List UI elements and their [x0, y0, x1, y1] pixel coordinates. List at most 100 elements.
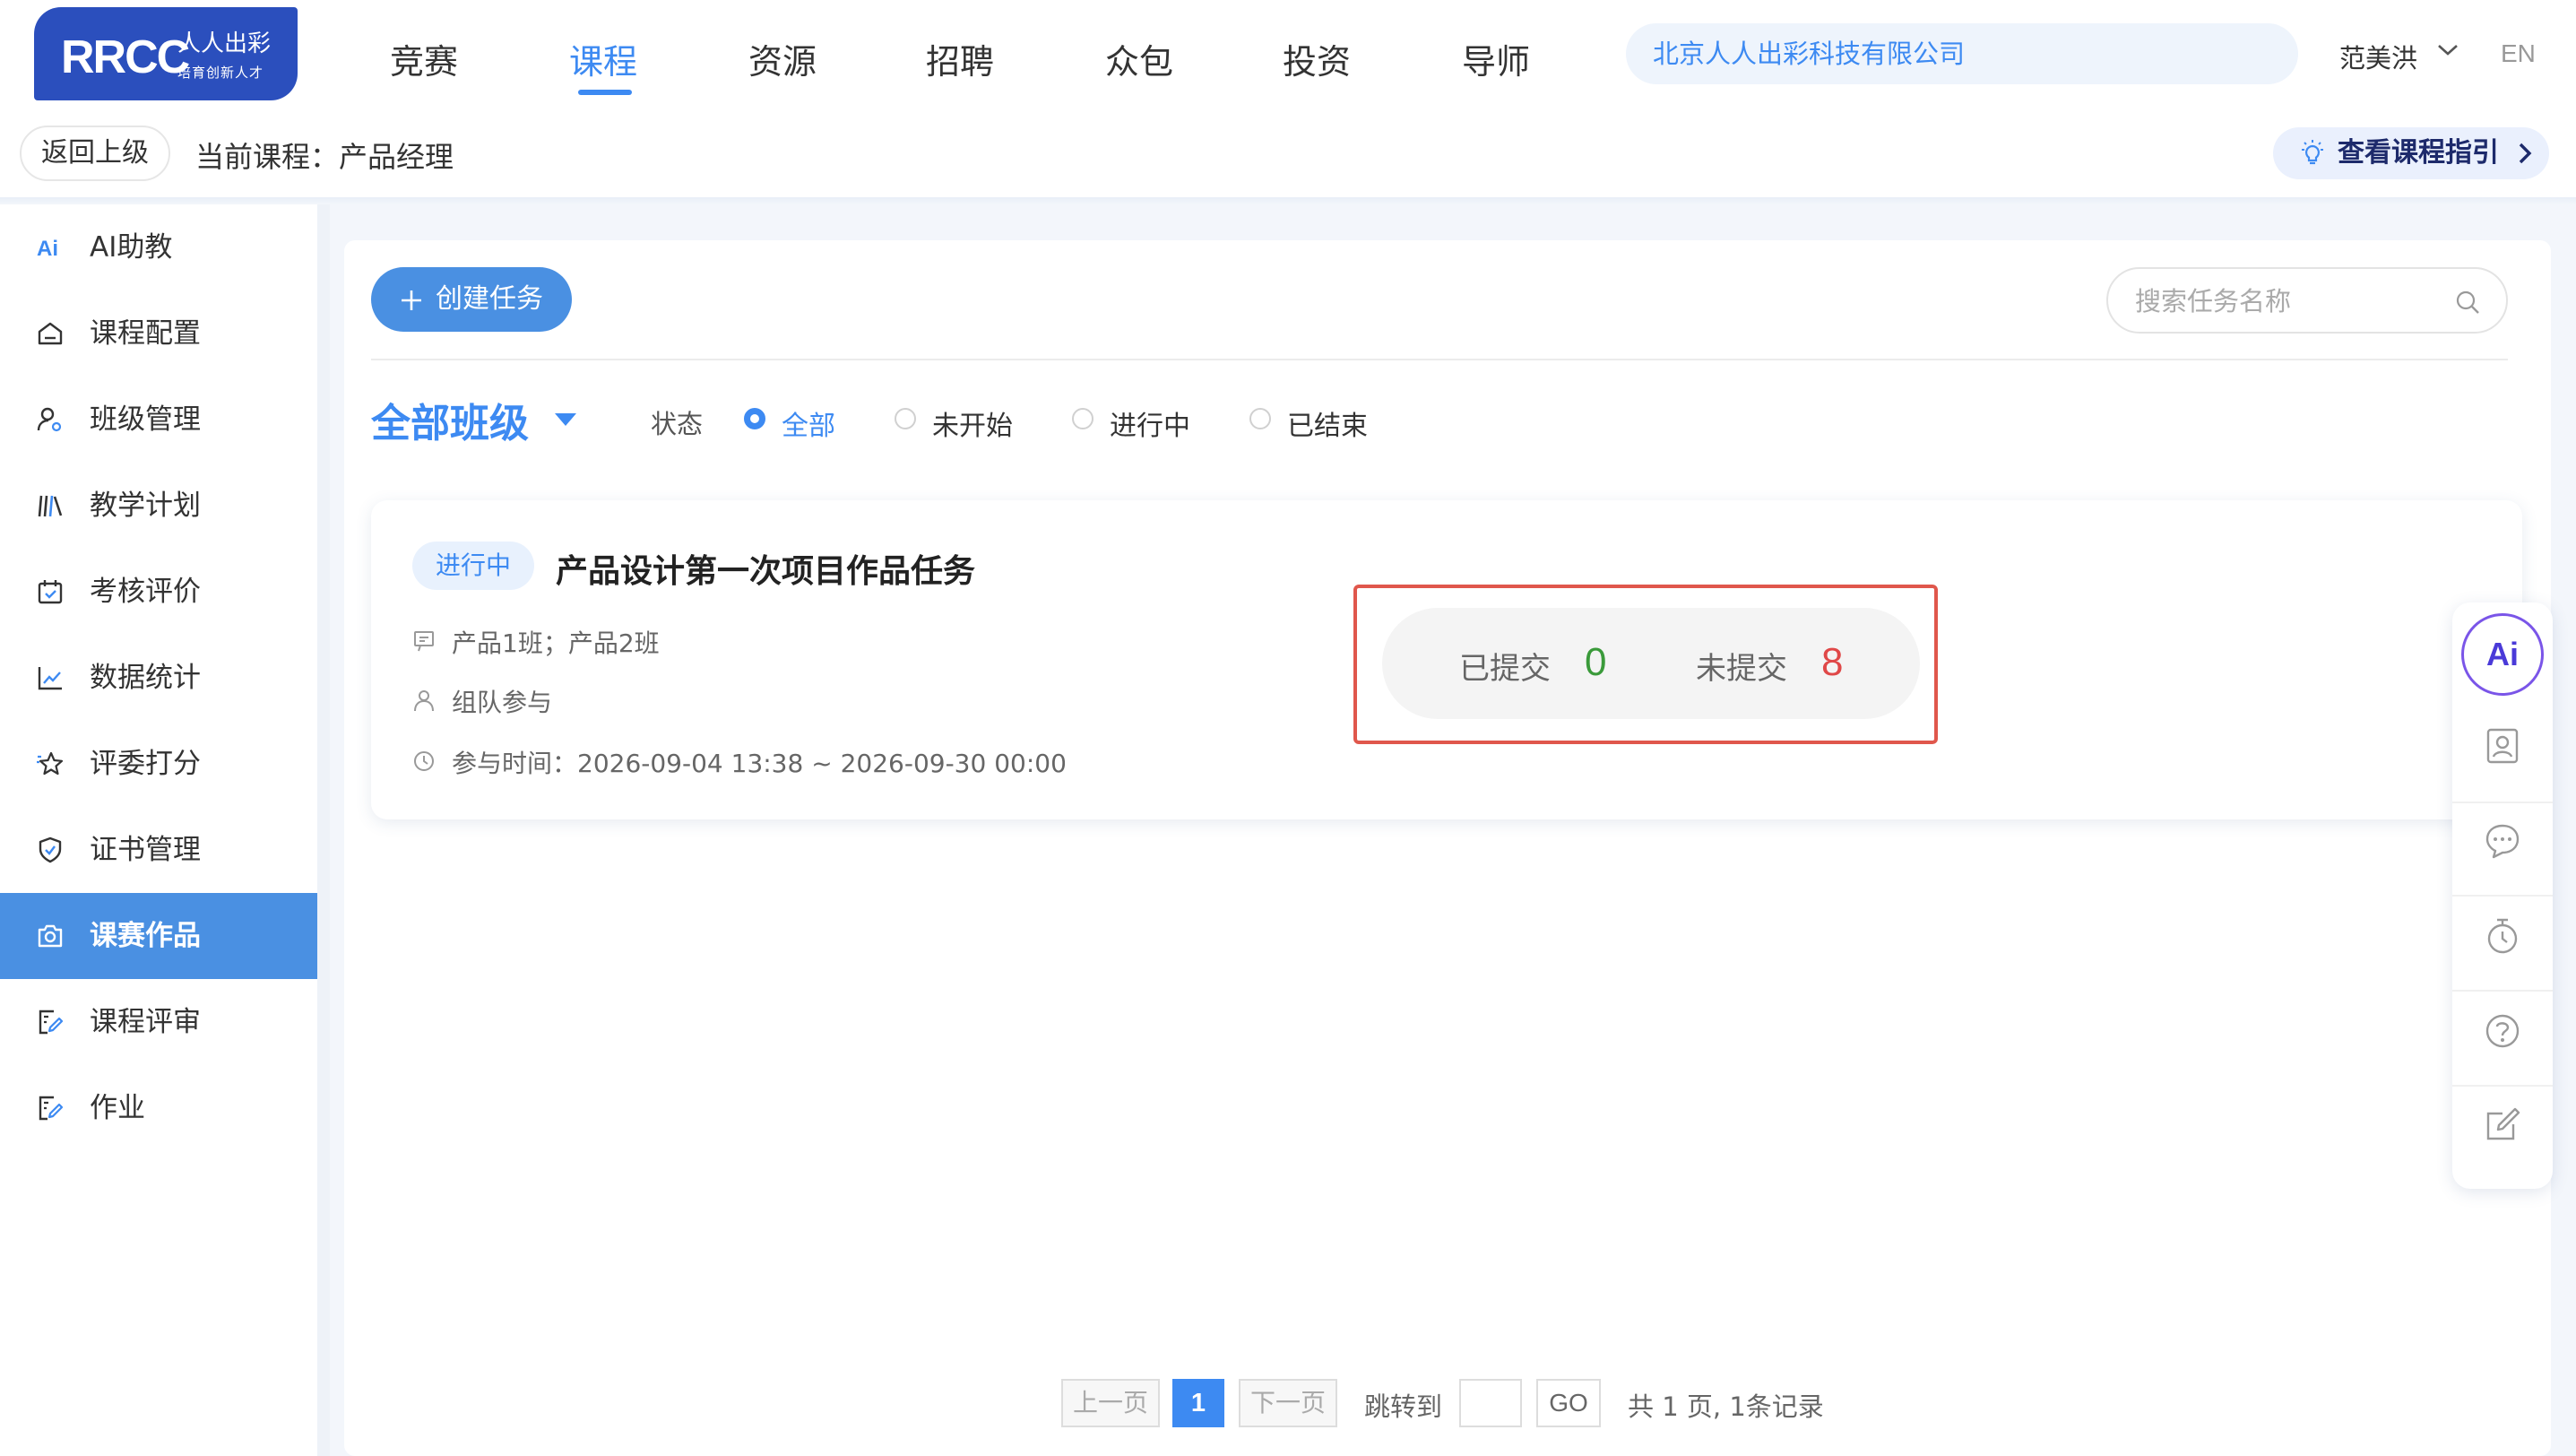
sidebar-item-ai-assistant[interactable]: Ai AI助教 [0, 204, 317, 290]
status-filter-label: 状态 [651, 409, 704, 439]
course-guide-button[interactable]: 查看课程指引 [2273, 127, 2549, 179]
sidebar-item-teaching-plan[interactable]: 教学计划 [0, 463, 317, 549]
star-icon [36, 750, 65, 778]
nav-active-underline [578, 90, 632, 95]
timer-icon[interactable] [2483, 916, 2522, 956]
nav-item-crowdsource[interactable]: 众包 [1105, 34, 1173, 83]
help-icon[interactable] [2483, 1011, 2522, 1051]
go-button[interactable]: GO [1536, 1379, 1601, 1427]
ai-icon: Ai [36, 233, 65, 262]
radio-label: 未开始 [932, 411, 1013, 442]
task-time-text: 参与时间：2026-09-04 13:38 ~ 2026-09-30 00:00 [452, 749, 1067, 778]
unsubmitted-label: 未提交 [1696, 651, 1787, 687]
status-badge: 进行中 [412, 542, 534, 590]
user-gear-icon [36, 405, 65, 434]
sidebar-item-course-works[interactable]: 课赛作品 [0, 893, 317, 979]
sidebar-item-label: 评委打分 [90, 748, 201, 780]
edit-icon[interactable] [2483, 1105, 2522, 1144]
chat-icon[interactable] [2483, 821, 2522, 861]
nav-item-invest[interactable]: 投资 [1283, 34, 1351, 83]
sidebar-item-label: 数据统计 [90, 662, 201, 694]
task-classes-text: 产品1班；产品2班 [452, 628, 660, 658]
nav-item-resources[interactable]: 资源 [748, 34, 817, 83]
page-jump-input[interactable] [1459, 1379, 1522, 1427]
chevron-right-icon [2517, 142, 2533, 165]
radio-label: 进行中 [1110, 411, 1190, 442]
top-header: RRCC 人人出彩 培育创新人才 竞赛 课程 资源 招聘 众包 投资 导师 北京… [0, 0, 2576, 197]
unsubmitted-count: 8 [1821, 640, 1844, 684]
language-switch[interactable]: EN [2501, 39, 2536, 68]
radio-dot [1072, 408, 1094, 429]
logo-slogan: 培育创新人才 [177, 65, 264, 81]
sidebar-item-class-management[interactable]: 班级管理 [0, 377, 317, 463]
header-divider [0, 197, 2576, 204]
company-selector[interactable]: 北京人人出彩科技有限公司 [1626, 23, 2298, 84]
contact-card-icon[interactable] [2483, 726, 2522, 766]
sidebar-item-label: 证书管理 [90, 834, 201, 866]
sidebar-item-label: 班级管理 [90, 403, 201, 436]
sidebar-item-statistics[interactable]: 数据统计 [0, 635, 317, 721]
edit-doc-icon [36, 1094, 65, 1122]
task-title[interactable]: 产品设计第一次项目作品任务 [556, 545, 975, 592]
sidebar-item-judge-scoring[interactable]: 评委打分 [0, 721, 317, 807]
home-icon [36, 319, 65, 348]
sidebar: Ai AI助教 课程配置 班级管理 教学计划 考核评价 数据统计 评委打分 证书… [0, 204, 317, 1456]
create-task-label: 创建任务 [436, 283, 543, 315]
class-filter-dropdown[interactable]: 全部班级 [371, 391, 529, 448]
nav-item-course[interactable]: 课程 [569, 34, 638, 95]
radio-dot [895, 408, 916, 429]
right-toolbar: Ai [2452, 602, 2553, 1189]
pagination-summary: 共 1 页, 1条记录 [1628, 1391, 1824, 1422]
edit-doc-icon [36, 1008, 65, 1036]
caret-down-icon[interactable] [554, 412, 577, 427]
current-page[interactable]: 1 [1172, 1379, 1224, 1427]
books-icon [36, 491, 65, 520]
nav-item-recruit[interactable]: 招聘 [926, 34, 994, 83]
search-icon[interactable] [2454, 289, 2481, 316]
svg-text:Ai: Ai [37, 237, 58, 261]
sidebar-item-homework[interactable]: 作业 [0, 1065, 317, 1151]
create-task-button[interactable]: 创建任务 [371, 267, 572, 332]
course-guide-label: 查看课程指引 [2338, 137, 2499, 169]
toolbar-sep [2452, 802, 2553, 803]
sidebar-item-label: 课程评审 [90, 1006, 201, 1038]
camera-icon [36, 922, 65, 950]
toolbar-divider [371, 359, 2508, 360]
user-icon [412, 689, 436, 712]
search-input[interactable] [2133, 280, 2442, 323]
sidebar-item-label: 课赛作品 [90, 920, 201, 952]
sidebar-item-label: 作业 [90, 1092, 145, 1124]
sidebar-item-label: AI助教 [90, 231, 173, 264]
current-course: 当前课程：产品经理 [195, 140, 454, 174]
chevron-down-icon[interactable] [2436, 43, 2459, 57]
sidebar-item-assessment[interactable]: 考核评价 [0, 549, 317, 635]
sidebar-item-course-config[interactable]: 课程配置 [0, 290, 317, 377]
next-page-button[interactable]: 下一页 [1239, 1379, 1337, 1427]
toolbar-sep [2452, 990, 2553, 992]
jump-label: 跳转到 [1364, 1391, 1443, 1422]
search-box [2106, 267, 2508, 334]
nav-item-course-label: 课程 [569, 42, 638, 82]
plus-icon [400, 289, 423, 312]
class-flag-icon [412, 629, 436, 653]
sidebar-item-course-review[interactable]: 课程评审 [0, 979, 317, 1065]
logo[interactable]: RRCC 人人出彩 培育创新人才 [34, 7, 298, 100]
submission-stats[interactable]: 已提交 0 未提交 8 [1382, 608, 1920, 719]
sidebar-item-label: 课程配置 [90, 317, 201, 350]
prev-page-button[interactable]: 上一页 [1061, 1379, 1160, 1427]
submitted-label: 已提交 [1459, 651, 1551, 687]
nav-item-mentor[interactable]: 导师 [1462, 34, 1530, 83]
back-button[interactable]: 返回上级 [20, 126, 170, 181]
line-chart-icon [36, 663, 65, 692]
nav-item-competition[interactable]: 竞赛 [390, 34, 458, 83]
logo-cn-name: 人人出彩 [177, 30, 272, 57]
submission-stats-highlight: 已提交 0 未提交 8 [1353, 585, 1938, 744]
user-name[interactable]: 范美洪 [2339, 38, 2417, 75]
calendar-check-icon [36, 577, 65, 606]
radio-dot [1249, 408, 1271, 429]
ai-assistant-button[interactable]: Ai [2461, 613, 2544, 696]
logo-brand: RRCC [61, 31, 190, 83]
toolbar-sep [2452, 1085, 2553, 1087]
sidebar-item-certificates[interactable]: 证书管理 [0, 807, 317, 893]
task-mode-text: 组队参与 [452, 688, 553, 717]
